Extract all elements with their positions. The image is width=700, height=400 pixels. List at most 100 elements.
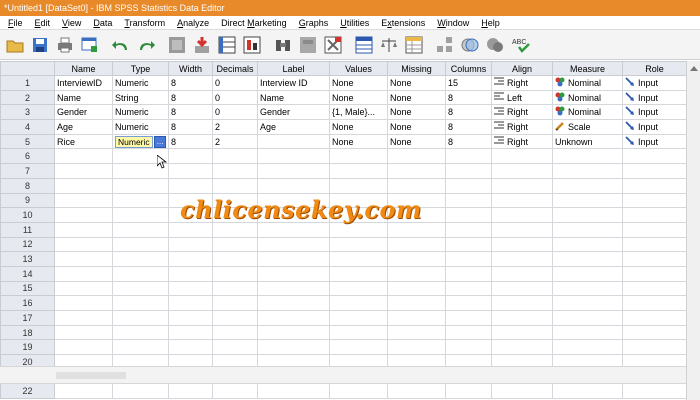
cell-role[interactable] (622, 148, 686, 165)
cell-role[interactable] (622, 236, 686, 253)
cell-name[interactable] (54, 310, 113, 326)
variables-icon[interactable] (216, 34, 238, 56)
cell-decimals[interactable]: 0 (212, 75, 258, 91)
cell-missing[interactable] (387, 295, 446, 311)
print-icon[interactable] (54, 34, 76, 56)
cell-measure[interactable] (552, 251, 623, 267)
cell-missing[interactable] (387, 265, 446, 282)
cell-role[interactable] (622, 265, 686, 282)
cell-align[interactable]: Right (491, 119, 553, 135)
cell-width[interactable] (168, 280, 213, 297)
cell-align[interactable] (491, 148, 553, 165)
cell-values[interactable]: None (329, 119, 388, 135)
cell-columns[interactable]: 8 (445, 133, 492, 150)
cell-label[interactable] (257, 177, 330, 194)
cell-width[interactable] (168, 148, 213, 165)
cell-role[interactable] (622, 383, 686, 400)
cell-type[interactable] (112, 295, 169, 311)
cell-label[interactable]: Name (257, 89, 330, 106)
cell-label[interactable]: Age (257, 119, 330, 135)
show-all-variables-icon[interactable] (484, 34, 506, 56)
save-icon[interactable] (29, 34, 51, 56)
cell-align[interactable] (491, 251, 553, 267)
cell-columns[interactable] (445, 295, 492, 311)
cell-width[interactable] (168, 177, 213, 194)
cell-type[interactable]: Numeric (112, 119, 169, 135)
cell-values[interactable] (329, 251, 388, 267)
cell-name[interactable]: Name (54, 89, 113, 106)
redo-icon[interactable] (135, 34, 157, 56)
cell-decimals[interactable]: 0 (212, 89, 258, 106)
cell-values[interactable] (329, 295, 388, 311)
column-header-columns[interactable]: Columns (445, 61, 492, 76)
menu-utilities[interactable]: Utilities (334, 16, 375, 30)
cell-name[interactable] (54, 177, 113, 194)
cell-missing[interactable]: None (387, 119, 446, 135)
cell-missing[interactable] (387, 148, 446, 165)
cell-width[interactable]: 8 (168, 89, 213, 106)
find-icon[interactable] (272, 34, 294, 56)
cell-align[interactable] (491, 221, 553, 238)
cell-values[interactable] (329, 236, 388, 253)
cell-name[interactable] (54, 265, 113, 282)
cell-columns[interactable] (445, 251, 492, 267)
cell-align[interactable] (491, 310, 553, 326)
insert-cases-icon[interactable] (297, 34, 319, 56)
cell-role[interactable]: Input (622, 119, 686, 135)
cell-decimals[interactable]: 2 (212, 119, 258, 135)
cell-measure[interactable]: Nominal (552, 75, 623, 91)
cell-name[interactable] (54, 221, 113, 238)
row-number[interactable]: 16 (0, 295, 55, 311)
cell-role[interactable] (622, 324, 686, 341)
cell-decimals[interactable] (212, 310, 258, 326)
cell-decimals[interactable] (212, 177, 258, 194)
row-number[interactable]: 11 (0, 221, 55, 238)
cell-columns[interactable] (445, 148, 492, 165)
cell-decimals[interactable] (212, 265, 258, 282)
cell-role[interactable]: Input (622, 75, 686, 91)
cell-decimals[interactable] (212, 383, 258, 400)
column-header-role[interactable]: Role (622, 61, 686, 76)
cell-decimals[interactable] (212, 295, 258, 311)
cell-width[interactable] (168, 236, 213, 253)
cell-values[interactable]: None (329, 89, 388, 106)
cell-decimals[interactable] (212, 236, 258, 253)
cell-measure[interactable] (552, 192, 623, 209)
weight-cases-icon[interactable] (378, 34, 400, 56)
cell-type[interactable]: String (112, 89, 169, 106)
column-header-measure[interactable]: Measure (552, 61, 623, 76)
cell-label[interactable]: Interview ID (257, 75, 330, 91)
cell-missing[interactable] (387, 163, 446, 179)
cell-width[interactable] (168, 310, 213, 326)
column-header-align[interactable]: Align (491, 61, 553, 76)
cell-label[interactable] (257, 163, 330, 179)
cell-missing[interactable] (387, 177, 446, 194)
cell-measure[interactable] (552, 207, 623, 223)
cell-align[interactable] (491, 192, 553, 209)
column-header-missing[interactable]: Missing (387, 61, 446, 76)
cell-type[interactable] (112, 280, 169, 297)
cell-missing[interactable] (387, 280, 446, 297)
column-header-label[interactable]: Label (257, 61, 330, 76)
cell-measure[interactable]: Nominal (552, 89, 623, 106)
cell-type[interactable] (112, 236, 169, 253)
row-number[interactable]: 1 (0, 75, 55, 91)
cell-measure[interactable] (552, 339, 623, 356)
cell-measure[interactable] (552, 383, 623, 400)
cell-align[interactable] (491, 207, 553, 223)
cell-columns[interactable] (445, 339, 492, 356)
cell-columns[interactable] (445, 163, 492, 179)
cell-name[interactable]: Gender (54, 104, 113, 121)
cell-columns[interactable]: 8 (445, 119, 492, 135)
cell-measure[interactable] (552, 310, 623, 326)
cell-align[interactable] (491, 163, 553, 179)
row-number[interactable]: 19 (0, 339, 55, 356)
menu-window[interactable]: Window (431, 16, 475, 30)
cell-name[interactable] (54, 207, 113, 223)
cell-label[interactable]: Gender (257, 104, 330, 121)
type-cell-editor[interactable]: Numeric (115, 135, 154, 148)
cell-width[interactable]: 8 (168, 133, 213, 150)
cell-values[interactable] (329, 163, 388, 179)
cell-name[interactable] (54, 163, 113, 179)
cell-width[interactable]: 8 (168, 119, 213, 135)
